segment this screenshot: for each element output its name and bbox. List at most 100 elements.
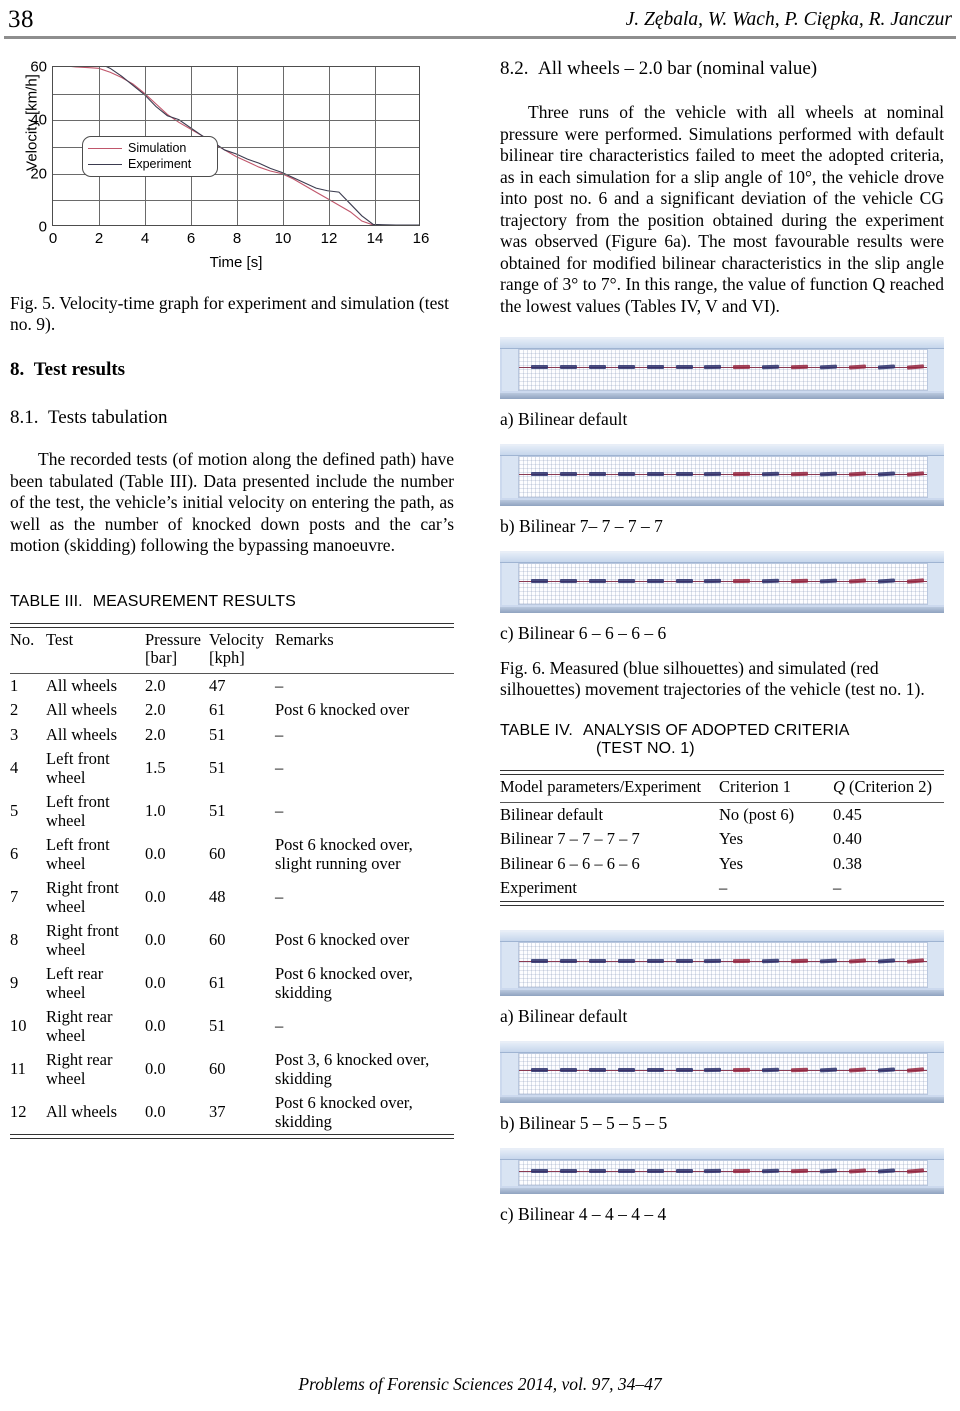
- table-cell: –: [719, 878, 728, 897]
- chart-gridline-horizontal: [53, 200, 419, 202]
- table-cell: Yes: [719, 853, 744, 873]
- vehicle-silhouette: [675, 958, 693, 963]
- vehicle-silhouette: [906, 1167, 924, 1174]
- section-8-2-title: All wheels – 2.0 bar (nominal value): [538, 58, 818, 79]
- table-row: 4 Left front wheel 1.5 51 –: [10, 747, 454, 790]
- vehicle-silhouette: [617, 958, 635, 963]
- screenshot-canvas: [518, 349, 928, 391]
- table-cell: –: [275, 675, 284, 695]
- vehicle-silhouette: [675, 578, 693, 583]
- vehicle-silhouette: [791, 1168, 809, 1173]
- vehicle-silhouette: [906, 1067, 924, 1074]
- chart-legend-label: Experiment: [128, 157, 192, 171]
- vehicle-silhouette: [588, 1068, 606, 1073]
- table-cell: –: [275, 801, 284, 821]
- vehicle-silhouette: [560, 1068, 578, 1073]
- table-cell: 0.0: [145, 930, 166, 950]
- table-4-body: Bilinear default No (post 6) 0.45 Bilinear …: [500, 802, 944, 901]
- table-row: 5 Left front wheel 1.0 51 –: [10, 790, 454, 833]
- table-cell: 51: [209, 1016, 226, 1036]
- table-cell: Experiment: [500, 878, 577, 897]
- screenshot-titlebar: [500, 446, 944, 456]
- section-8-heading: 8. Test results: [10, 359, 454, 381]
- chart-legend-item: Simulation: [88, 140, 212, 156]
- table-cell: All wheels: [46, 700, 118, 719]
- table-row: 11 Right rear wheel 0.0 60 Post 3, 6 knocked…: [10, 1048, 454, 1091]
- section-8-title: Test results: [33, 359, 126, 380]
- table-cell: 9: [10, 973, 19, 993]
- table-cell: Post 6 knocked over: [275, 700, 410, 719]
- screenshot-left-gutter: [502, 349, 518, 391]
- vehicle-silhouette: [588, 1168, 606, 1173]
- table-cell: Right front wheel: [46, 878, 119, 916]
- table-cell: –: [833, 878, 842, 897]
- vehicle-silhouette: [675, 364, 693, 369]
- table-cell: 3: [10, 724, 19, 744]
- table-cell: Bilinear 7 – 7 – 7 – 7: [500, 829, 640, 848]
- screenshot-canvas: [518, 1159, 928, 1186]
- vehicle-silhouette: [531, 471, 549, 476]
- table-cell: Right rear wheel: [46, 1007, 113, 1045]
- vehicle-silhouette: [704, 471, 722, 476]
- table-cell: 60: [209, 1059, 226, 1079]
- chart-x-tick-label: 6: [186, 230, 196, 247]
- table-4-label: TABLE IV.: [500, 722, 573, 739]
- vehicle-silhouette: [704, 364, 722, 369]
- vehicle-silhouette: [646, 1168, 664, 1173]
- table-cell: 51: [209, 724, 226, 744]
- screenshot-statusbar: [500, 989, 944, 996]
- table-3-col-pressure: Pressure [bar]: [145, 627, 209, 674]
- table-cell: 6: [10, 844, 19, 864]
- chart-y-tick-label: 0: [38, 218, 47, 236]
- tests-tabulation-paragraph: The recorded tests (of motion along the …: [10, 449, 454, 555]
- vehicle-silhouette: [733, 1068, 751, 1073]
- table-cell: 2: [10, 700, 19, 719]
- vehicle-silhouette: [704, 958, 722, 964]
- left-column: Velocity [km/h] 0 20 40 60 0 2 4 6 8 10 12 14 16 Tim…: [10, 58, 454, 1139]
- screenshot-left-gutter: [502, 1052, 518, 1095]
- table-cell: Right rear wheel: [46, 1050, 113, 1088]
- section-8-number: 8.: [10, 359, 25, 380]
- vehicle-silhouette: [646, 958, 664, 963]
- table-cell: 7: [10, 887, 19, 907]
- vehicle-silhouette: [906, 578, 924, 584]
- table-row: 8 Right front wheel 0.0 60 Post 6 knocked ov…: [10, 919, 454, 962]
- table-3-header-row: No. Test Pressure [bar] Velocity [kph] R…: [10, 627, 454, 674]
- table-cell: 2.0: [145, 675, 166, 695]
- figure-7a-caption: a) Bilinear default: [500, 1005, 628, 1026]
- table-cell: 48: [209, 887, 226, 907]
- screenshot-statusbar: [500, 500, 944, 506]
- screenshot-left-gutter: [502, 1159, 518, 1186]
- screenshot-titlebar: [500, 931, 944, 942]
- table-cell: Left front wheel: [46, 792, 110, 830]
- vehicle-silhouette: [675, 1168, 693, 1173]
- table-cell: 0.40: [833, 829, 862, 848]
- vehicle-silhouette: [848, 1067, 866, 1073]
- screenshot-canvas: [518, 456, 928, 498]
- table-3-body: 1 All wheels 2.0 47–2 All wheels 2.0 61 Post 6 …: [10, 673, 454, 1135]
- chart-gridline-horizontal: [53, 93, 419, 95]
- vehicle-silhouette: [848, 578, 866, 584]
- vehicle-silhouette: [646, 1068, 664, 1073]
- vehicle-silhouette: [704, 578, 722, 583]
- figure-5-caption: Fig. 5. Velocity-time graph for experime…: [10, 293, 450, 334]
- table-cell: Post 6 knocked over, slight running over: [275, 835, 413, 873]
- screenshot-titlebar: [500, 1149, 944, 1160]
- table-cell: Yes: [719, 829, 744, 848]
- section-8-1-heading: 8.1. Tests tabulation: [10, 407, 454, 429]
- table-cell: Post 6 knocked over, skidding: [275, 964, 413, 1002]
- header-rule: [4, 36, 956, 39]
- table-cell: No (post 6): [719, 804, 795, 824]
- vehicle-silhouette: [560, 1168, 578, 1173]
- section-8-2-number: 8.2.: [500, 58, 529, 79]
- figure-6-group: a) Bilinear default b) Bilinear 7– 7 – 7…: [500, 337, 944, 700]
- chart-x-tick-label: 8: [232, 230, 242, 247]
- table-row: 12 All wheels 0.0 37 Post 6 knocked over, sk…: [10, 1091, 454, 1135]
- vehicle-silhouette: [617, 578, 635, 583]
- table-3-col-no: No.: [10, 627, 46, 674]
- chart-gridline-horizontal: [53, 120, 419, 122]
- screenshot-titlebar: [500, 553, 944, 563]
- chart-x-tick-label: 14: [366, 230, 384, 247]
- table-cell: 10: [10, 1016, 27, 1036]
- table-cell: 4: [10, 758, 19, 778]
